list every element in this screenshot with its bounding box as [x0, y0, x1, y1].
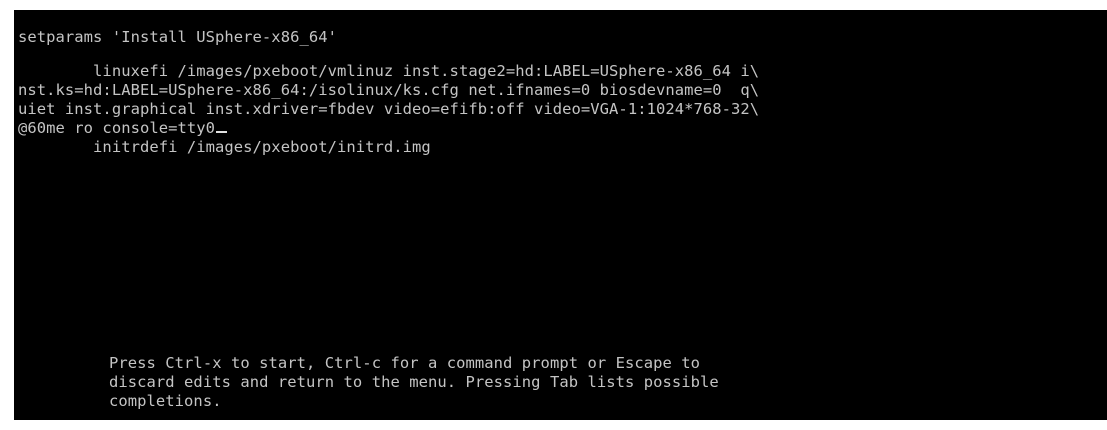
editor-line-continuation-3-text: @60me ro console=tty0: [18, 119, 216, 137]
editor-line-continuation-2[interactable]: uiet inst.graphical inst.xdriver=fbdev v…: [18, 100, 759, 119]
editor-line-linuxefi[interactable]: linuxefi /images/pxeboot/vmlinuz inst.st…: [18, 62, 759, 81]
help-text-line-1: Press Ctrl-x to start, Ctrl-c for a comm…: [109, 354, 701, 372]
editor-line-initrdefi[interactable]: initrdefi /images/pxeboot/initrd.img: [18, 138, 431, 157]
grub-edit-screen: setparams 'Install USphere-x86_64' linux…: [14, 10, 1107, 420]
editor-line-continuation-1[interactable]: nst.ks=hd:LABEL=USphere-x86_64:/isolinux…: [18, 81, 759, 100]
editor-line-setparams[interactable]: setparams 'Install USphere-x86_64': [18, 28, 337, 47]
help-text-line-2: discard edits and return to the menu. Pr…: [109, 373, 719, 391]
text-cursor: [216, 131, 228, 133]
help-text-line-3: completions.: [109, 392, 222, 410]
editor-line-continuation-3[interactable]: @60me ro console=tty0: [18, 119, 228, 138]
